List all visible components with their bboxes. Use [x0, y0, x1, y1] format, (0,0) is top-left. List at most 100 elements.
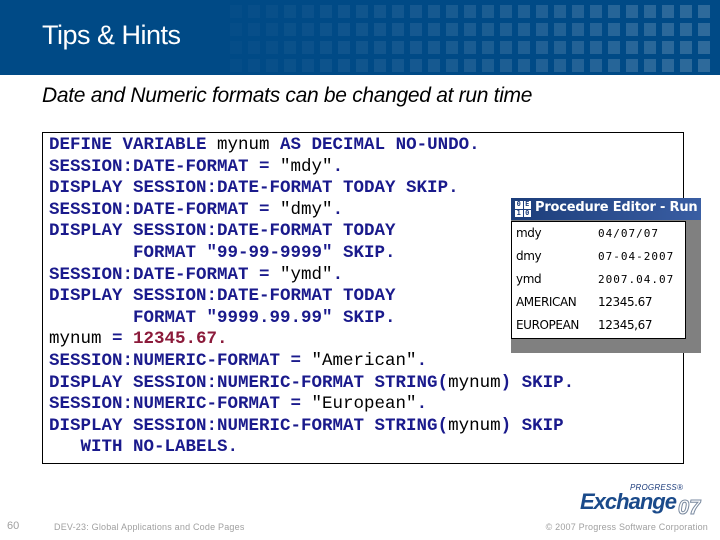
header-pattern-square [644, 59, 656, 72]
code-line: SESSION:DATE-FORMAT = "ymd". [49, 265, 574, 287]
procedure-editor-window: 0 E 1 0 Procedure Editor - Run mdy 04/07/… [511, 198, 701, 353]
header-pattern-square [518, 5, 530, 18]
header-pattern-square [590, 41, 602, 54]
header-pattern-square [410, 59, 422, 72]
code-token-kw: DEFINE VARIABLE [49, 135, 218, 155]
output-label: AMERICAN [516, 295, 577, 309]
logo-year-text: 07 [677, 497, 701, 520]
output-row: AMERICAN 12345.67 [512, 292, 685, 315]
header-pattern-square [266, 41, 278, 54]
header-pattern-square [518, 59, 530, 72]
header-pattern-square [374, 59, 386, 72]
code-token-str: "ymd" [280, 264, 333, 285]
header-pattern-square [626, 59, 638, 72]
code-token-kw: DISPLAY SESSION:DATE-FORMAT TODAY [49, 221, 396, 242]
code-token-kw: . [332, 264, 344, 285]
header-pattern-square [338, 59, 350, 72]
window-titlebar[interactable]: 0 E 1 0 Procedure Editor - Run [511, 198, 701, 220]
code-line: SESSION:DATE-FORMAT = "mdy". [49, 157, 574, 179]
output-value: 12345,67 [598, 318, 653, 332]
header-pattern-square [428, 5, 440, 18]
code-token-kw: ) SKIP. [500, 372, 575, 393]
header-pattern-square [482, 59, 494, 72]
header-pattern-square [266, 59, 278, 72]
header-pattern-square [464, 59, 476, 72]
slide-title: Tips & Hints [42, 20, 181, 50]
header-pattern-square [590, 5, 602, 18]
header-pattern-square [392, 41, 404, 54]
header-pattern-square [320, 41, 332, 54]
header-pattern-square [518, 41, 530, 54]
code-line: DEFINE VARIABLE mynum AS DECIMAL NO-UNDO… [49, 135, 574, 157]
code-token-str: "European" [311, 394, 417, 415]
header-pattern-square [284, 59, 296, 72]
code-listing: DEFINE VARIABLE mynum AS DECIMAL NO-UNDO… [49, 135, 574, 459]
output-value: 04/07/07 [598, 227, 659, 240]
code-line: mynum = 12345.67. [49, 329, 574, 351]
header-pattern-square [302, 5, 314, 18]
code-line: WITH NO-LABELS. [49, 437, 574, 459]
icon-glyph: 1 [515, 208, 523, 217]
output-value: 2007.04.07 [598, 273, 675, 286]
header-pattern-square [248, 59, 260, 72]
header-pattern-square [230, 59, 242, 72]
icon-glyph: 0 [523, 208, 531, 217]
output-value: 12345.67 [598, 295, 653, 309]
icon-glyph: 0 [515, 200, 523, 209]
header-pattern-square [608, 59, 620, 72]
header-pattern-square [266, 5, 278, 18]
header-pattern-square [464, 41, 476, 54]
header-pattern-square [320, 5, 332, 18]
header-pattern-square [428, 59, 440, 72]
header-pattern-square [464, 5, 476, 18]
code-token-num: 12345.67. [133, 329, 228, 350]
header-pattern-square [482, 41, 494, 54]
header-pattern-square [572, 59, 584, 72]
header-pattern-square [536, 5, 548, 18]
header-pattern-square [230, 23, 242, 36]
output-label: dmy [516, 249, 542, 263]
code-token-kw: WITH NO-LABELS. [49, 437, 239, 458]
header-pattern-square [356, 5, 368, 18]
header-pattern-square [230, 5, 242, 18]
header-pattern-square [626, 5, 638, 18]
header-pattern-square [338, 5, 350, 18]
header-pattern-square [608, 5, 620, 18]
header-pattern-square [680, 23, 692, 36]
output-label: mdy [516, 226, 542, 240]
code-token-kw: . [416, 394, 428, 415]
header-pattern-square [536, 59, 548, 72]
header-pattern-square [698, 23, 710, 36]
header-pattern-square [302, 41, 314, 54]
header-pattern-square [464, 23, 476, 36]
header-pattern-square [428, 41, 440, 54]
output-label: EUROPEAN [516, 318, 579, 332]
header-pattern-square [446, 41, 458, 54]
header-pattern-square [626, 41, 638, 54]
header-pattern-square [590, 23, 602, 36]
code-token-kw: . [416, 350, 428, 371]
header-pattern-square [662, 59, 674, 72]
header-pattern-square [680, 5, 692, 18]
header-pattern-square [356, 23, 368, 36]
code-token-kw: AS DECIMAL NO-UNDO. [269, 135, 480, 155]
exchange-logo: PROGRESS® Exchange 07 [578, 483, 708, 521]
header-pattern-square [446, 23, 458, 36]
header-pattern-square [626, 23, 638, 36]
code-token-str: "American" [311, 350, 417, 371]
code-line: SESSION:DATE-FORMAT = "dmy". [49, 200, 574, 222]
header-pattern-square [392, 5, 404, 18]
header-pattern-square [338, 41, 350, 54]
header-pattern-square [302, 23, 314, 36]
code-token-kw: . [332, 199, 344, 220]
code-token-id: mynum [49, 329, 102, 350]
code-token-str: "mdy" [280, 156, 333, 177]
header-pattern-square [590, 59, 602, 72]
header-pattern-square [662, 23, 674, 36]
header-pattern-square [644, 23, 656, 36]
header-pattern-square [482, 23, 494, 36]
copyright: © 2007 Progress Software Corporation [545, 522, 708, 532]
slide-header: Tips & Hints [0, 0, 720, 75]
code-line: DISPLAY SESSION:NUMERIC-FORMAT STRING(my… [49, 416, 574, 438]
header-pattern-square [428, 23, 440, 36]
